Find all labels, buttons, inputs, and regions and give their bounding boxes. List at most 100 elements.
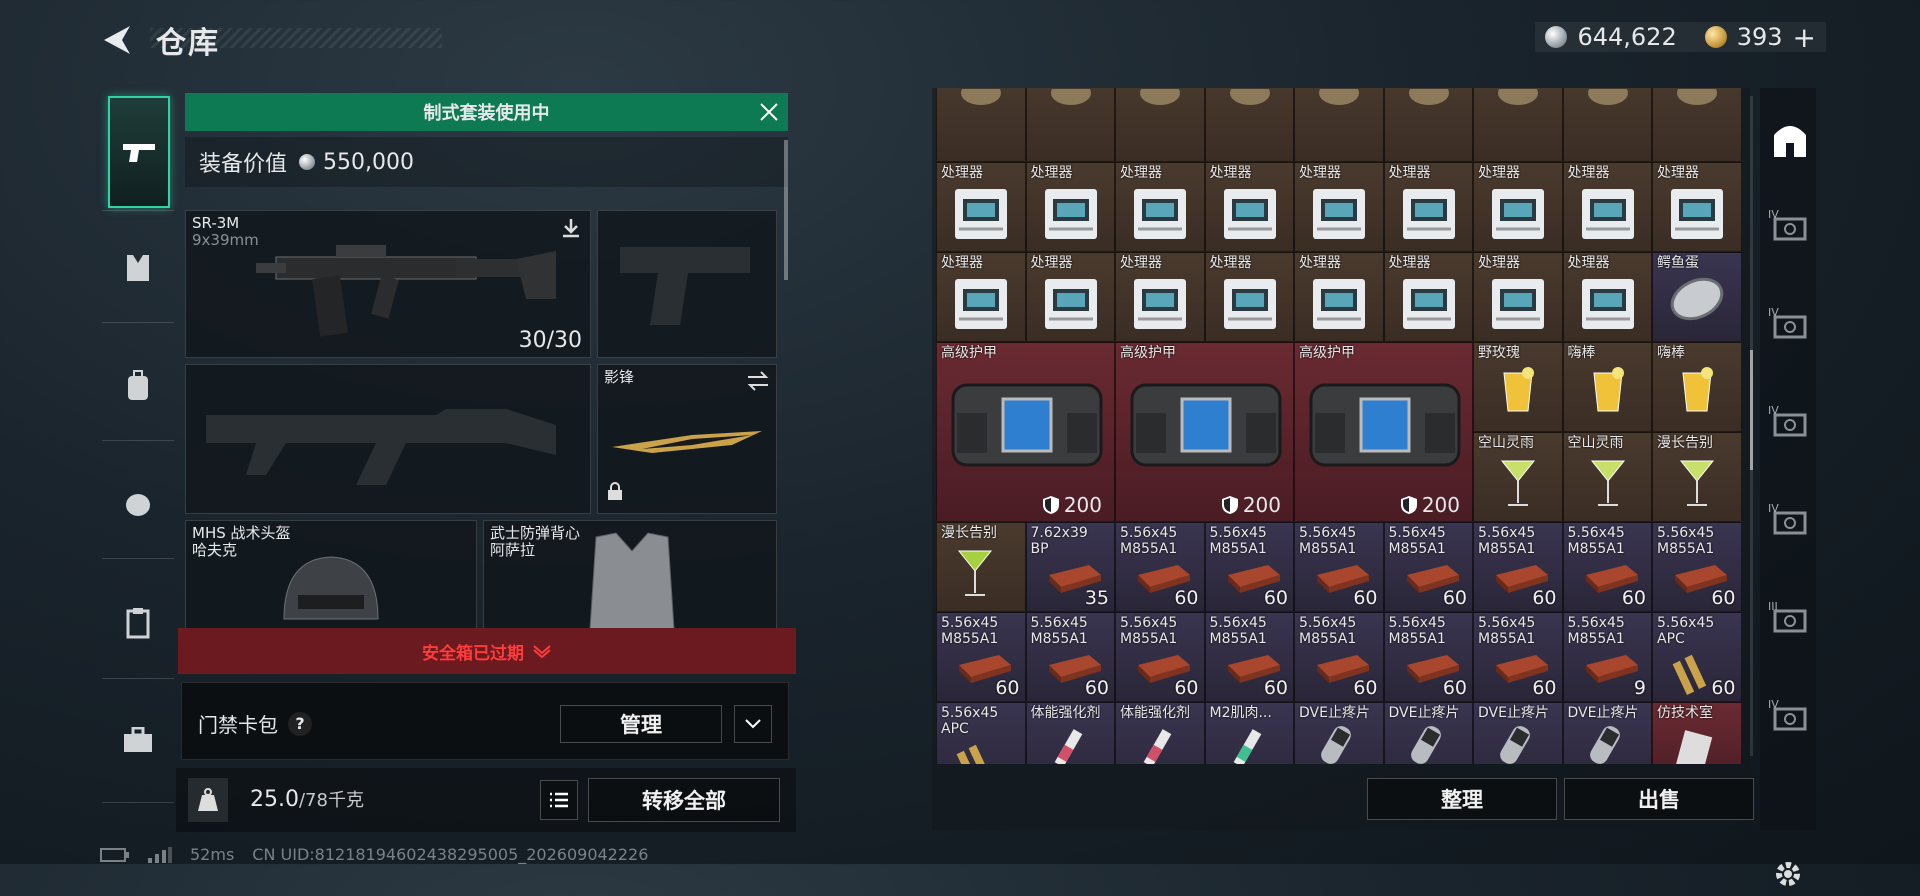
processor-item[interactable]: 处理器 <box>1115 162 1205 252</box>
storage-item[interactable]: 5.56x45 M855A1 60 <box>1115 612 1205 702</box>
nav-toolbox[interactable] <box>110 712 166 768</box>
drink-item[interactable]: 空山灵雨 <box>1473 432 1563 522</box>
download-icon[interactable] <box>560 217 582 243</box>
drink-item[interactable]: 野玫瑰 <box>1473 342 1563 432</box>
keycard-dropdown-button[interactable] <box>734 705 772 743</box>
drink-item[interactable]: 嗨棒 <box>1562 342 1652 432</box>
storage-item[interactable] <box>1652 88 1742 162</box>
back-button[interactable] <box>100 22 136 58</box>
processor-item[interactable]: 处理器 <box>1562 252 1652 342</box>
processor-item[interactable]: 处理器 <box>1204 162 1294 252</box>
nav-case[interactable] <box>110 595 166 651</box>
processor-item[interactable]: 处理器 <box>936 252 1026 342</box>
nav-backpack[interactable] <box>110 358 166 414</box>
drink-item[interactable]: 空山灵雨 <box>1562 432 1652 522</box>
storage-item[interactable]: 5.56x45 M855A1 60 <box>1025 612 1115 702</box>
processor-item[interactable]: 处理器 <box>1294 252 1384 342</box>
processor-item[interactable]: 处理器 <box>1383 162 1473 252</box>
advanced-armor-item[interactable]: 高级护甲 200 <box>1294 342 1473 522</box>
storage-item[interactable]: 5.56x45 M855A1 60 <box>1294 612 1384 702</box>
nav-weapons[interactable] <box>108 96 170 208</box>
storage-page-6[interactable]: IV <box>1768 698 1812 742</box>
storage-item[interactable]: DVE止疼片5/5 <box>1383 702 1473 764</box>
storage-item[interactable]: 5.56x45 M855A1 60 <box>1204 612 1294 702</box>
storage-item[interactable]: 5.56x45 M855A1 60 <box>1473 612 1563 702</box>
storage-page-5[interactable]: III <box>1768 600 1812 644</box>
storage-item[interactable]: 5.56x45 M855A1 60 <box>936 612 1026 702</box>
safe-box-expired-bar[interactable]: 安全箱已过期 <box>178 628 796 674</box>
storage-item[interactable]: 5.56x45 M855A1 60 <box>1652 522 1742 612</box>
processor-item[interactable]: 处理器 <box>936 162 1026 252</box>
storage-item[interactable]: 5.56x45 M855A1 60 <box>1115 522 1205 612</box>
processor-item[interactable]: 处理器 <box>1115 252 1205 342</box>
processor-item[interactable]: 处理器 <box>1025 252 1115 342</box>
storage-item[interactable]: 漫长告别 <box>936 522 1026 612</box>
secondary-weapon-slot[interactable] <box>185 364 591 514</box>
storage-item[interactable] <box>936 88 1026 162</box>
storage-item[interactable] <box>1383 88 1473 162</box>
nav-rig[interactable] <box>110 475 166 531</box>
storage-page-3[interactable]: IV <box>1768 404 1812 448</box>
pistol-slot[interactable] <box>597 210 777 358</box>
helmet-slot[interactable]: MHS 战术头盔 哈夫克 <box>185 520 477 630</box>
advanced-armor-item[interactable]: 高级护甲 200 <box>1115 342 1294 522</box>
nav-home-storage[interactable] <box>1768 118 1812 162</box>
storage-item[interactable]: 5.56x45 M855A1 60 <box>1294 522 1384 612</box>
processor-item[interactable]: 处理器 <box>1562 162 1652 252</box>
storage-item[interactable]: 5.56x45 M855A1 9 <box>1562 612 1652 702</box>
storage-page-4[interactable]: IV <box>1768 502 1812 546</box>
storage-item[interactable]: 5.56x45 M855A1 60 <box>1562 522 1652 612</box>
storage-item[interactable]: 5.56x45 M855A1 60 <box>1383 522 1473 612</box>
nav-armor[interactable] <box>110 240 166 296</box>
storage-item[interactable] <box>1025 88 1115 162</box>
storage-item[interactable]: 5.56x45 M855A1 60 <box>1383 612 1473 702</box>
syringe-icon <box>1224 725 1270 764</box>
processor-item[interactable]: 处理器 <box>1294 162 1384 252</box>
storage-page-1[interactable]: IV <box>1768 208 1812 252</box>
storage-item[interactable]: DVE止疼片5/5 <box>1473 702 1563 764</box>
storage-item[interactable]: 5.56x45 APC60 <box>1652 612 1742 702</box>
item-name: 7.62x39 BP <box>1030 525 1088 557</box>
processor-item[interactable]: 处理器 <box>1383 252 1473 342</box>
storage-page-2[interactable]: IV <box>1768 306 1812 350</box>
processor-item[interactable]: 处理器 <box>1473 162 1563 252</box>
processor-item[interactable]: 处理器 <box>1204 252 1294 342</box>
storage-item[interactable]: 5.56x45 APC60 <box>936 702 1026 764</box>
storage-item[interactable] <box>1473 88 1563 162</box>
storage-item[interactable]: DVE止疼片5/5 <box>1562 702 1652 764</box>
help-icon[interactable]: ? <box>288 711 312 736</box>
storage-item[interactable]: 仿技术室 <box>1652 702 1742 764</box>
storage-item[interactable]: 体能强化剂 <box>1115 702 1205 764</box>
processor-item[interactable]: 处理器 <box>1473 252 1563 342</box>
storage-item[interactable]: 体能强化剂 <box>1025 702 1115 764</box>
drink-item[interactable]: 嗨棒 <box>1652 342 1742 432</box>
primary-weapon-slot[interactable]: SR-3M 9x39mm 30/30 <box>185 210 591 358</box>
advanced-armor-item[interactable]: 高级护甲 200 <box>936 342 1115 522</box>
vest-slot[interactable]: 武士防弹背心 阿萨拉 <box>483 520 777 630</box>
storage-item[interactable]: M2肌肉... <box>1204 702 1294 764</box>
storage-item[interactable] <box>1204 88 1294 162</box>
storage-item[interactable]: 7.62x39 BP 35 <box>1025 522 1115 612</box>
transfer-all-button[interactable]: 转移全部 <box>588 778 780 822</box>
list-view-button[interactable] <box>540 780 578 820</box>
settings-button[interactable] <box>1766 852 1810 896</box>
manage-button[interactable]: 管理 <box>560 705 722 743</box>
storage-item[interactable]: 5.56x45 M855A1 60 <box>1473 522 1563 612</box>
storage-item[interactable] <box>1562 88 1652 162</box>
sort-button[interactable]: 整理 <box>1367 778 1557 820</box>
processor-item[interactable]: 处理器 <box>1025 162 1115 252</box>
add-currency-button[interactable]: + <box>1793 21 1816 54</box>
loadout-scrollbar[interactable] <box>784 140 788 280</box>
processor-item[interactable]: 处理器 <box>1652 162 1742 252</box>
melee-slot[interactable]: 影锋 <box>597 364 777 514</box>
drink-item[interactable]: 漫长告别 <box>1652 432 1742 522</box>
storage-item[interactable] <box>1115 88 1205 162</box>
storage-item[interactable]: 5.56x45 M855A1 60 <box>1204 522 1294 612</box>
storage-scroll-thumb[interactable] <box>1750 350 1753 470</box>
storage-item[interactable]: DVE止疼片5/5 <box>1294 702 1384 764</box>
crocodile-egg-item[interactable]: 鳄鱼蛋 <box>1652 252 1742 342</box>
swap-icon[interactable] <box>746 371 770 395</box>
storage-item[interactable] <box>1294 88 1384 162</box>
close-banner-button[interactable] <box>750 93 788 131</box>
sell-button[interactable]: 出售 <box>1564 778 1754 820</box>
